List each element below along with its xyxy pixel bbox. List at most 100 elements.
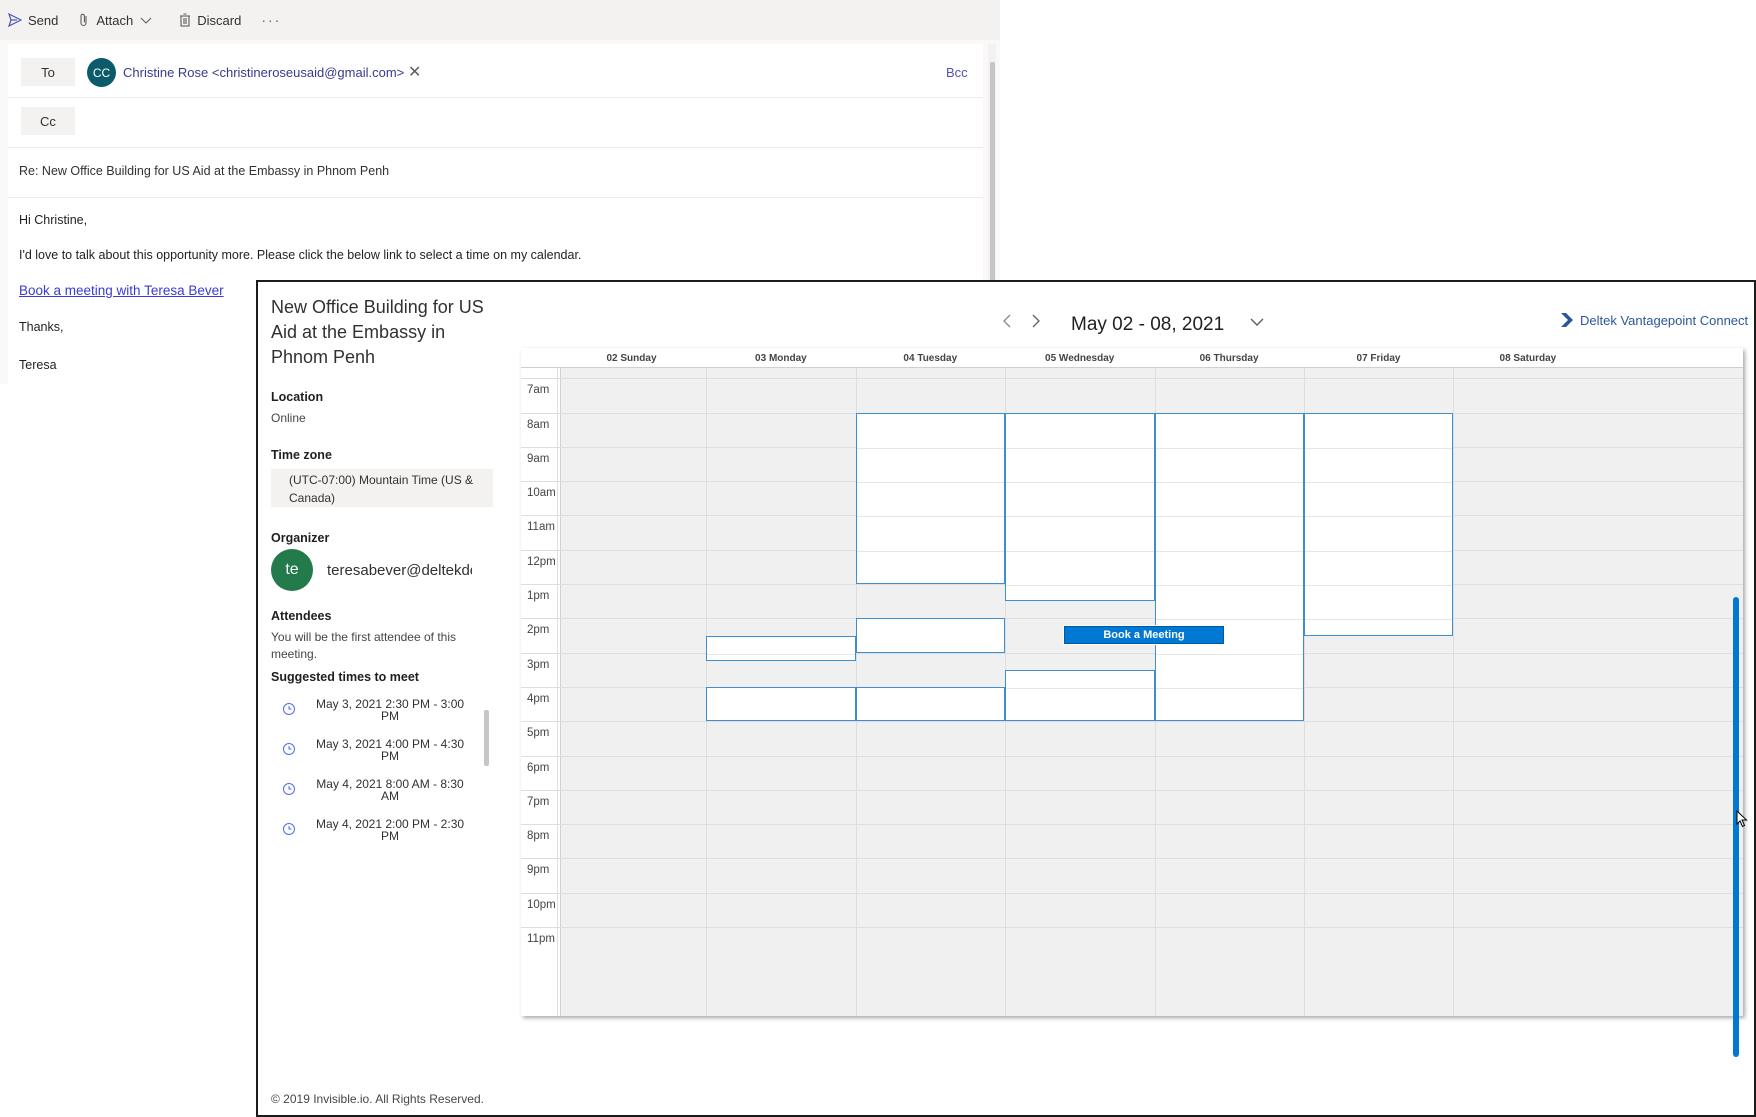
location-value: Online bbox=[271, 411, 306, 425]
discard-button[interactable]: Discard bbox=[179, 13, 241, 28]
hour-label: 11pm bbox=[527, 933, 555, 946]
slot-hour-divider bbox=[1006, 687, 1154, 689]
slot-hour-divider bbox=[856, 516, 1005, 518]
hour-label: 1pm bbox=[527, 590, 550, 603]
paperclip-icon bbox=[80, 13, 87, 27]
body-greeting: Hi Christine, bbox=[19, 213, 88, 227]
hour-gridline bbox=[521, 892, 1743, 894]
slot-hour-divider bbox=[1155, 585, 1303, 587]
brand-label: Deltek Vantagepoint Connect bbox=[1580, 312, 1749, 328]
slot-hour-divider bbox=[1305, 619, 1453, 621]
clock-icon bbox=[283, 703, 295, 715]
attach-button[interactable]: Attach bbox=[78, 13, 159, 28]
slot-hour-divider bbox=[1006, 516, 1154, 518]
hour-label: 5pm bbox=[527, 727, 550, 740]
bcc-button[interactable]: Bcc bbox=[946, 65, 968, 80]
previous-week-chevron-left-icon[interactable] bbox=[1001, 312, 1013, 335]
subject-row: Re: New Office Building for US Aid at th… bbox=[8, 148, 983, 198]
more-options-button[interactable]: ··· bbox=[261, 12, 281, 28]
available-slot[interactable] bbox=[855, 686, 1006, 722]
slot-hour-divider bbox=[1155, 550, 1303, 552]
hour-gridline bbox=[521, 618, 1743, 620]
slot-hour-divider bbox=[1155, 619, 1303, 621]
suggested-time-item[interactable]: May 4, 2021 2:00 PM - 2:30 PM bbox=[271, 818, 471, 848]
day-header: 06 Thursday bbox=[1199, 353, 1259, 364]
suggested-time-label: May 3, 2021 2:30 PM - 3:00 PM bbox=[315, 697, 465, 723]
slot-hour-divider bbox=[1305, 585, 1453, 587]
time-column: 7am 8am 9am 10am 11am 12pm 1pm 2pm 3pm 4pm 5pm 6pm 7… bbox=[521, 368, 561, 1016]
body-thanks: Thanks, bbox=[19, 320, 64, 334]
timezone-heading: Time zone bbox=[271, 448, 332, 462]
day-header: 02 Sunday bbox=[606, 353, 657, 364]
hour-gridline bbox=[521, 824, 1743, 826]
available-slot[interactable] bbox=[1304, 412, 1454, 636]
available-slot[interactable] bbox=[855, 412, 1006, 585]
suggested-time-item[interactable]: May 3, 2021 4:00 PM - 4:30 PM bbox=[271, 737, 471, 768]
book-meeting-button[interactable]: Book a Meeting bbox=[1064, 626, 1224, 644]
slot-hour-divider bbox=[1155, 482, 1303, 484]
slot-hour-divider bbox=[1155, 687, 1303, 689]
hour-label: 4pm bbox=[527, 692, 550, 705]
hour-label: 9am bbox=[527, 452, 550, 465]
location-heading: Location bbox=[271, 390, 324, 404]
event-title: New Office Building for US Aid at the Em… bbox=[271, 297, 484, 367]
slot-hour-divider bbox=[1305, 447, 1453, 449]
hour-label: 7am bbox=[527, 384, 550, 397]
deltek-logo-icon bbox=[1561, 313, 1573, 327]
slot-hour-divider bbox=[1006, 482, 1154, 484]
suggested-times-scrollbar[interactable] bbox=[484, 710, 489, 766]
suggested-time-item[interactable]: May 3, 2021 2:30 PM - 3:00 PM bbox=[271, 697, 471, 728]
slot-hour-divider bbox=[856, 447, 1005, 449]
suggested-heading: Suggested times to meet bbox=[271, 670, 419, 684]
week-picker-chevron-down-icon[interactable] bbox=[1248, 313, 1266, 336]
slot-hour-divider bbox=[1305, 516, 1453, 518]
available-slot[interactable] bbox=[1005, 412, 1155, 602]
organizer-email: teresabever@deltekdemo.com bbox=[327, 562, 472, 579]
timezone-select[interactable]: (UTC-07:00) Mountain Time (US & Canada) bbox=[271, 469, 493, 507]
slot-hour-divider bbox=[1155, 653, 1303, 655]
hour-label: 6pm bbox=[527, 761, 550, 774]
clock-icon bbox=[283, 743, 295, 755]
hour-label: 9pm bbox=[527, 864, 550, 877]
slot-hour-divider bbox=[707, 653, 855, 655]
slot-hour-divider bbox=[1006, 585, 1154, 587]
suggested-time-item[interactable]: May 4, 2021 8:00 AM - 8:30 AM bbox=[271, 778, 471, 808]
suggested-time-label: May 3, 2021 4:00 PM - 4:30 PM bbox=[315, 737, 465, 763]
next-week-chevron-right-icon[interactable] bbox=[1030, 312, 1042, 335]
hour-gridline bbox=[521, 858, 1743, 860]
send-icon bbox=[8, 13, 22, 27]
hour-label: 3pm bbox=[527, 658, 550, 671]
day-header: 04 Tuesday bbox=[903, 353, 958, 364]
available-slot[interactable] bbox=[706, 635, 856, 662]
recipient-chip[interactable]: Christine Rose <christineroseusaid@gmail… bbox=[123, 65, 404, 80]
slot-hour-divider bbox=[856, 482, 1005, 484]
available-slot[interactable] bbox=[1154, 412, 1304, 722]
available-slot[interactable] bbox=[706, 686, 856, 722]
to-button[interactable]: To bbox=[21, 58, 75, 86]
booking-link[interactable]: Book a meeting with Teresa Bever bbox=[19, 283, 224, 298]
day-header: 07 Friday bbox=[1356, 353, 1401, 364]
body-text: I'd love to talk about this opportunity … bbox=[19, 248, 582, 262]
calendar-header: 02 Sunday 03 Monday 04 Tuesday 05 Wednesday… bbox=[521, 348, 1743, 368]
cc-button[interactable]: Cc bbox=[21, 107, 75, 135]
attendees-heading: Attendees bbox=[271, 609, 332, 623]
brand-link[interactable]: Deltek Vantagepoint Connect bbox=[1560, 312, 1748, 328]
organizer-avatar: te bbox=[271, 549, 313, 591]
send-button[interactable]: Send bbox=[8, 13, 58, 28]
hour-gridline bbox=[521, 721, 1743, 723]
remove-recipient-close-icon[interactable]: ✕ bbox=[408, 62, 421, 82]
attach-label: Attach bbox=[96, 12, 134, 28]
subject-field[interactable]: Re: New Office Building for US Aid at th… bbox=[19, 164, 389, 178]
trash-icon bbox=[180, 13, 191, 27]
copyright-footer: © 2019 Invisible.io. All Rights Reserved… bbox=[271, 1092, 484, 1106]
day-column-divider bbox=[1453, 368, 1455, 1016]
discard-label: Discard bbox=[197, 12, 242, 28]
slot-hour-divider bbox=[1155, 516, 1303, 518]
clock-icon bbox=[283, 823, 295, 835]
available-slot[interactable] bbox=[855, 618, 1006, 653]
hour-gridline bbox=[521, 927, 1743, 929]
available-slot[interactable] bbox=[1005, 669, 1155, 722]
hour-label: 11am bbox=[527, 521, 555, 534]
hour-label: 8am bbox=[527, 418, 550, 431]
attendees-text: You will be the first attendee of this m… bbox=[271, 630, 457, 661]
